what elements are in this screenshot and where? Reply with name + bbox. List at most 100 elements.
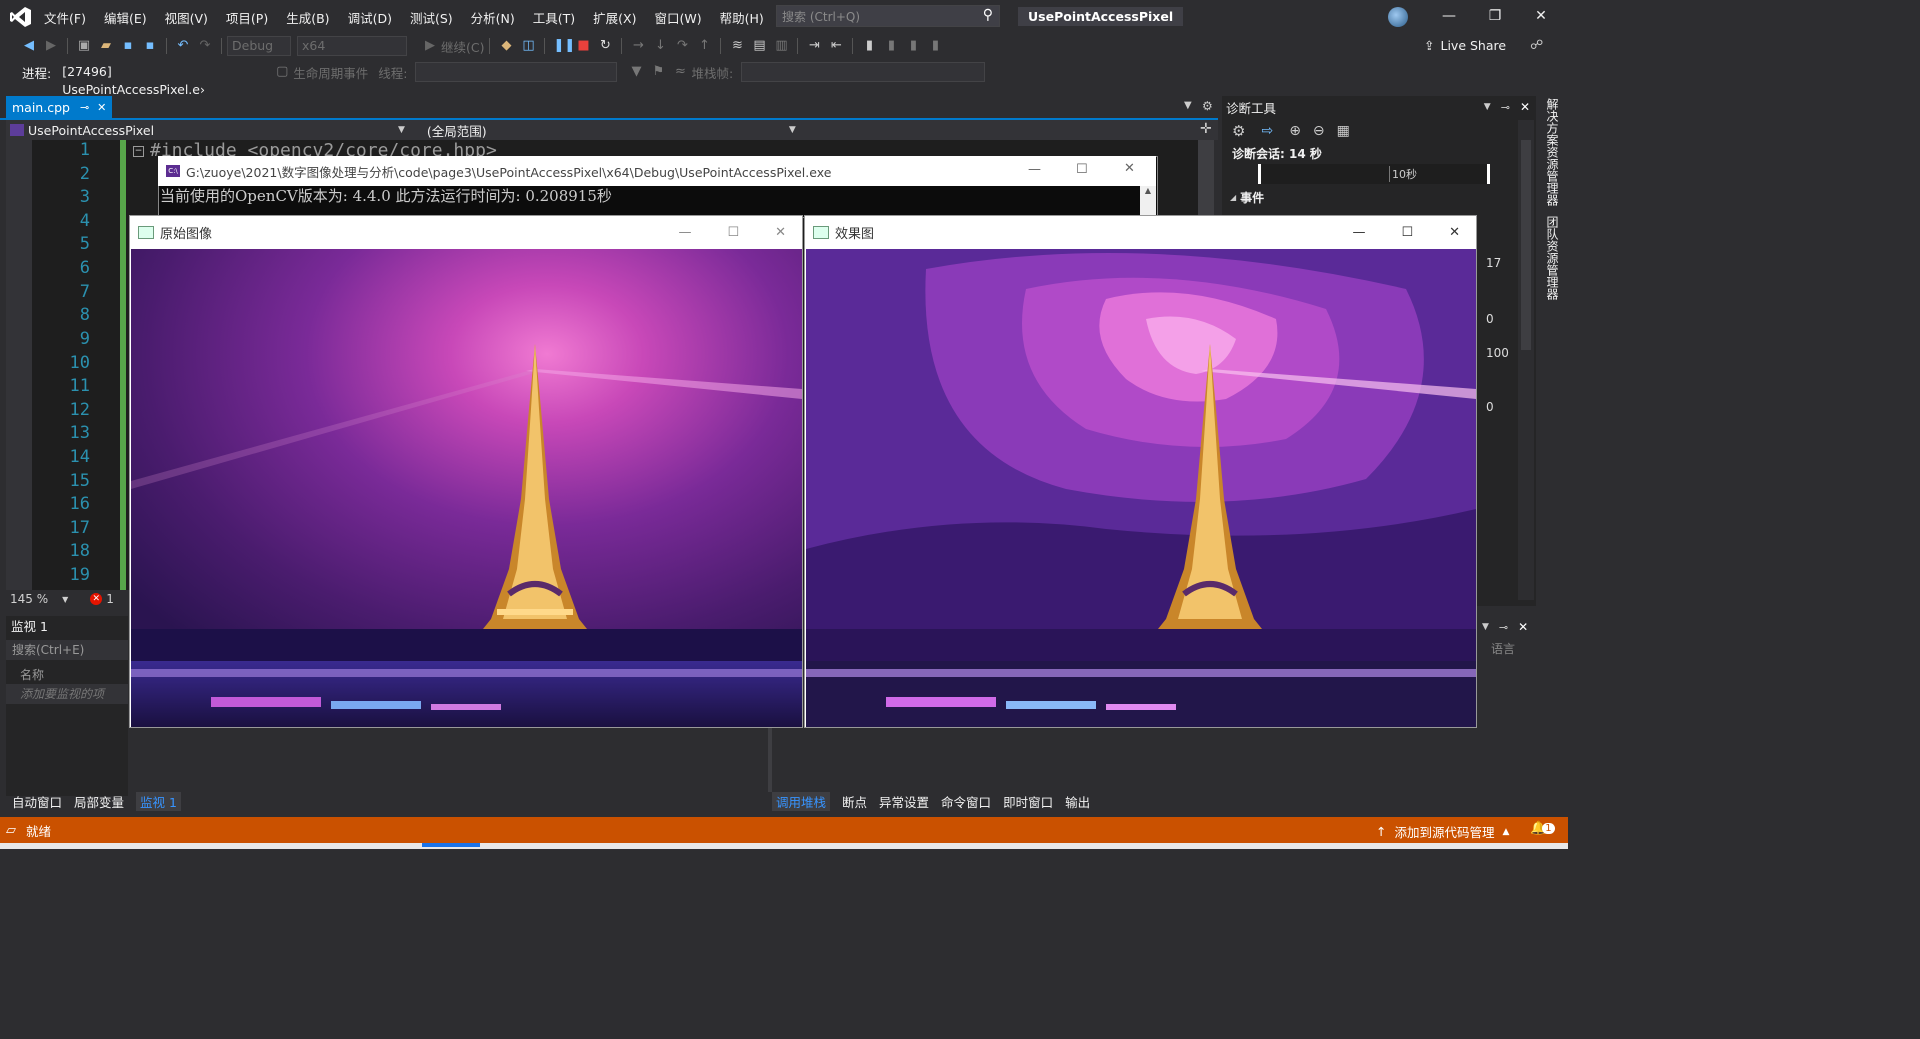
solution-explorer-tab[interactable]: 解决方案资源管理器 xyxy=(1544,98,1561,206)
menu-extensions[interactable]: 扩展(X) xyxy=(593,8,636,27)
menu-edit[interactable]: 编辑(E) xyxy=(104,8,147,27)
menu-build[interactable]: 生成(B) xyxy=(286,8,329,27)
tab-output[interactable]: 输出 xyxy=(1065,792,1090,811)
minimize-icon[interactable]: — xyxy=(1352,225,1365,240)
console-title-bar[interactable]: C:\ G:\zuoye\2021\数字图像处理与分析\code\page3\U… xyxy=(158,156,1156,186)
minimize-icon[interactable]: — xyxy=(1426,8,1472,24)
maximize-icon[interactable]: ☐ xyxy=(1401,225,1413,240)
menu-view[interactable]: 视图(V) xyxy=(165,8,208,27)
settings-gear-icon[interactable]: ⚙ xyxy=(1202,99,1213,113)
zoom-in-icon[interactable]: ⊕ xyxy=(1289,123,1301,139)
tab-locals[interactable]: 局部变量 xyxy=(74,792,124,811)
save-all-icon[interactable]: ▪ xyxy=(142,38,158,54)
menu-analyze[interactable]: 分析(N) xyxy=(471,8,515,27)
menu-test[interactable]: 测试(S) xyxy=(410,8,453,27)
visual-studio-logo[interactable] xyxy=(10,6,32,28)
pause-icon[interactable]: ❚❚ xyxy=(553,38,575,54)
menu-file[interactable]: 文件(F) xyxy=(44,8,86,27)
step-into-icon[interactable]: ↓ xyxy=(652,38,668,54)
pin-icon[interactable]: ⊸ xyxy=(1501,101,1510,114)
global-scope-dropdown[interactable]: (全局范围) xyxy=(427,121,789,140)
thread-dropdown[interactable] xyxy=(415,62,618,82)
flag-icon[interactable]: ⚑ xyxy=(650,64,666,80)
avatar[interactable] xyxy=(1388,7,1408,27)
search-input[interactable]: 搜索 (Ctrl+Q) ⚲ xyxy=(776,5,1000,27)
menu-debug[interactable]: 调试(D) xyxy=(348,8,392,27)
close-icon[interactable]: ✕ xyxy=(1518,8,1564,24)
tab-overflow-icon[interactable]: ▼ xyxy=(1184,100,1192,111)
source-control-button[interactable]: ↑ 添加到源代码管理 ▲ xyxy=(1376,822,1509,841)
chevron-down-icon[interactable]: ▼ xyxy=(1482,622,1489,632)
tab-command-window[interactable]: 命令窗口 xyxy=(941,792,991,811)
error-count[interactable]: 1 xyxy=(106,592,114,606)
console-scrollbar[interactable]: ▲ xyxy=(1140,186,1156,216)
collapse-icon[interactable]: − xyxy=(133,146,144,157)
new-project-icon[interactable]: ▣ xyxy=(76,38,92,54)
forward-icon[interactable]: ▶ xyxy=(43,38,59,54)
chevron-down-icon[interactable]: ▼ xyxy=(62,595,68,604)
export-icon[interactable]: ⇨ xyxy=(1261,123,1273,139)
window-title-bar[interactable]: 原始图像 — ☐ ✕ xyxy=(130,216,802,248)
close-icon[interactable]: ✕ xyxy=(775,225,786,240)
bookmark-clear-icon[interactable]: ▮ xyxy=(927,38,943,54)
close-icon[interactable]: ✕ xyxy=(1520,100,1530,114)
step-icon[interactable]: → xyxy=(630,38,646,54)
tab-main-cpp[interactable]: main.cpp ⊸ ✕ xyxy=(6,96,113,118)
live-share-button[interactable]: ⇪ Live Share xyxy=(1424,38,1506,53)
tab-watch1[interactable]: 监视 1 xyxy=(136,791,181,811)
lifecycle-events-dropdown[interactable]: 生命周期事件 xyxy=(293,63,368,82)
restart-icon[interactable]: ↻ xyxy=(597,38,613,54)
bookmark-icon[interactable]: ▮ xyxy=(861,38,877,54)
minimize-icon[interactable]: — xyxy=(678,225,691,240)
bookmark-next-icon[interactable]: ▮ xyxy=(905,38,921,54)
open-file-icon[interactable]: ▰ xyxy=(98,38,114,54)
feedback-icon[interactable]: ☍ xyxy=(1530,38,1543,53)
tab-autos[interactable]: 自动窗口 xyxy=(12,792,62,811)
original-image-window[interactable]: 原始图像 — ☐ ✕ xyxy=(129,215,803,728)
breakpoint-margin[interactable] xyxy=(6,140,32,590)
menu-window[interactable]: 窗口(W) xyxy=(654,8,701,27)
zoom-out-icon[interactable]: ⊖ xyxy=(1313,123,1325,139)
effect-image-window[interactable]: 效果图 — ☐ ✕ xyxy=(804,215,1477,728)
breakpoint-icon[interactable]: ▥ xyxy=(773,38,789,54)
restore-icon[interactable]: ❐ xyxy=(1472,8,1518,24)
project-scope-dropdown[interactable]: UsePointAccessPixel xyxy=(28,123,398,138)
tab-exception-settings[interactable]: 异常设置 xyxy=(879,792,929,811)
step-over-icon[interactable]: ↷ xyxy=(674,38,690,54)
team-explorer-tab[interactable]: 团队资源管理器 xyxy=(1544,216,1561,300)
zoom-level[interactable]: 145 % xyxy=(10,592,48,606)
stack-icon[interactable]: ≈ xyxy=(672,64,688,80)
diag-timeline[interactable]: 10秒 xyxy=(1258,164,1490,184)
expand-icon[interactable]: ◢ xyxy=(1230,193,1236,202)
stack-frame-dropdown[interactable] xyxy=(741,62,986,82)
diag-scrollbar[interactable] xyxy=(1518,120,1534,600)
close-icon[interactable]: ✕ xyxy=(1124,161,1135,176)
error-icon[interactable]: ✕ xyxy=(90,593,103,605)
maximize-icon[interactable]: ☐ xyxy=(727,225,739,240)
indent-icon[interactable]: ⇥ xyxy=(806,38,822,54)
add-watch-input[interactable]: 添加要监视的项 xyxy=(6,684,128,704)
threads-icon[interactable]: ≋ xyxy=(729,38,745,54)
minimize-icon[interactable]: — xyxy=(1028,162,1041,177)
tab-immediate-window[interactable]: 即时窗口 xyxy=(1003,792,1053,811)
maximize-icon[interactable]: ☐ xyxy=(1076,162,1088,177)
continue-icon[interactable]: ▶ xyxy=(422,38,438,54)
hex-icon[interactable]: ▤ xyxy=(751,38,767,54)
notifications-button[interactable]: 🔔 1 xyxy=(1530,821,1555,836)
redo-icon[interactable]: ↷ xyxy=(197,38,213,54)
gear-icon[interactable]: ⚙ xyxy=(1232,122,1245,140)
filter-icon[interactable]: ▼ xyxy=(628,64,644,80)
continue-button[interactable]: 继续(C) xyxy=(441,37,484,56)
config-dropdown[interactable]: Debug xyxy=(227,36,291,56)
menu-help[interactable]: 帮助(H) xyxy=(720,8,764,27)
stop-icon[interactable]: ■ xyxy=(575,38,591,54)
outdent-icon[interactable]: ⇤ xyxy=(828,38,844,54)
bookmark-prev-icon[interactable]: ▮ xyxy=(883,38,899,54)
reset-zoom-icon[interactable]: ▦ xyxy=(1337,123,1350,139)
attach-icon[interactable]: ◆ xyxy=(498,38,514,54)
chevron-down-icon[interactable]: ▼ xyxy=(1484,102,1491,112)
pin-icon[interactable]: ⊸ xyxy=(80,101,89,114)
tab-call-stack[interactable]: 调用堆栈 xyxy=(772,791,831,811)
platform-dropdown[interactable]: x64 xyxy=(297,36,407,56)
menu-tools[interactable]: 工具(T) xyxy=(533,8,575,27)
